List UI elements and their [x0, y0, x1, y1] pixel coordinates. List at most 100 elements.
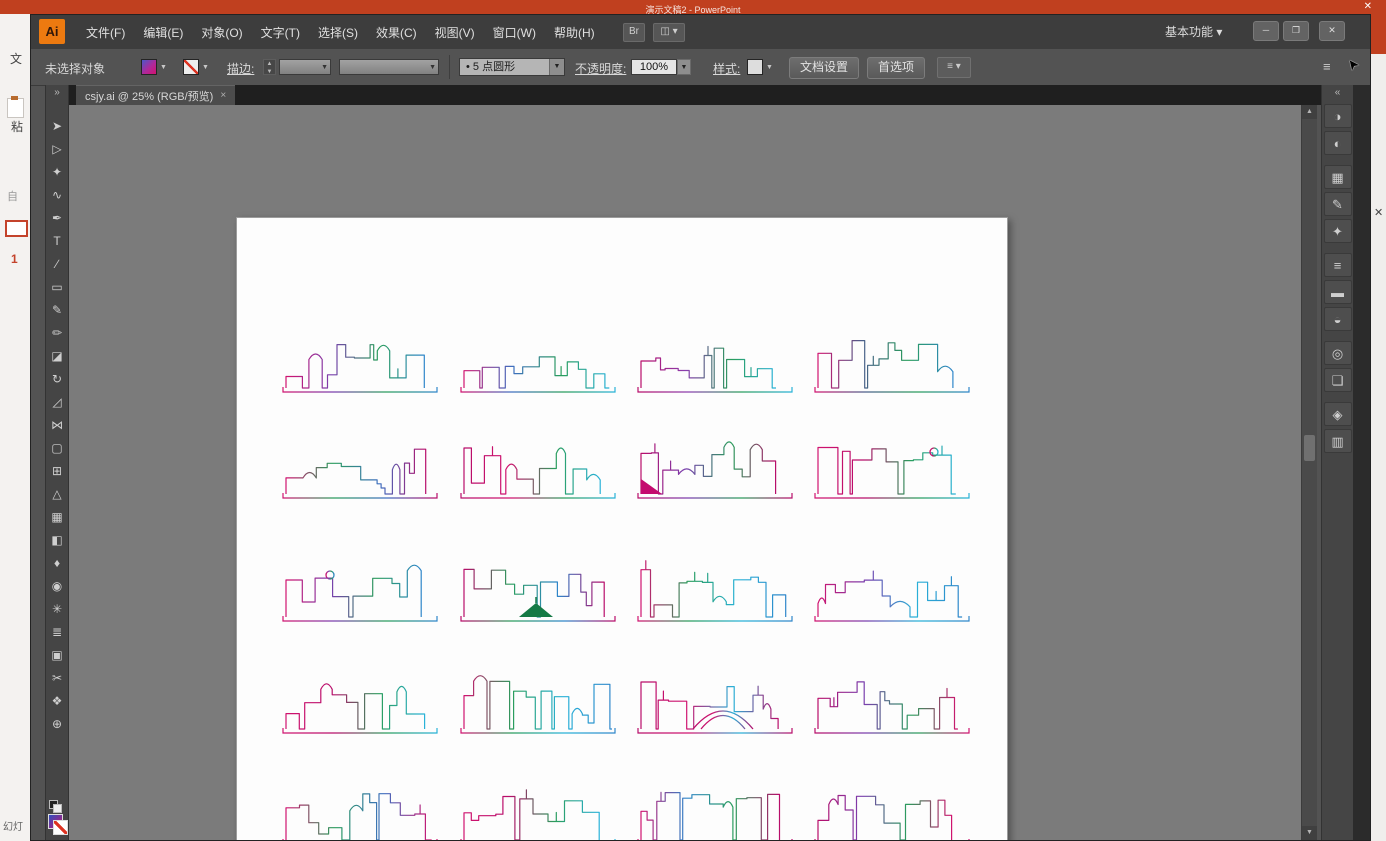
magic-wand-tool-icon[interactable]: ✦ [46, 161, 68, 184]
slide-thumbnail[interactable] [5, 220, 28, 237]
skyline-artwork-8[interactable] [812, 430, 972, 508]
minimize-button[interactable]: ─ [1253, 21, 1279, 41]
skyline-artwork-13[interactable] [280, 665, 440, 743]
menubar-item[interactable]: 窗口(W) [484, 20, 545, 45]
symbols-panel-icon[interactable]: ✦ [1323, 219, 1352, 243]
stroke-weight-label[interactable]: 描边: [227, 60, 254, 77]
canvas-area[interactable] [69, 105, 1301, 840]
stroke-swatch[interactable] [53, 820, 68, 835]
skyline-artwork-3[interactable] [635, 324, 795, 402]
paintbrush-tool-icon[interactable]: ✎ [46, 299, 68, 322]
perspective-grid-tool-icon[interactable]: △ [46, 483, 68, 506]
skyline-artwork-15[interactable] [635, 665, 795, 743]
brush-definition-dropdown[interactable]: • 5 点圆形 ▼ [459, 58, 565, 76]
stroke-color-swatch[interactable] [183, 59, 199, 75]
opacity-label[interactable]: 不透明度: [575, 60, 626, 77]
bridge-icon[interactable]: Br [623, 23, 645, 42]
menubar-item[interactable]: 编辑(E) [134, 20, 192, 45]
opacity-input[interactable]: 100% [631, 59, 677, 75]
skyline-artwork-6[interactable] [458, 430, 618, 508]
stroke-weight-stepper[interactable]: ▲ ▼ [263, 59, 276, 75]
swatches-panel-icon[interactable]: ▦ [1323, 165, 1352, 189]
stroke-dropdown-icon[interactable]: ▼ [202, 64, 209, 71]
menubar-item[interactable]: 对象(O) [192, 20, 251, 45]
preferences-button[interactable]: 首选项 [867, 57, 926, 79]
pen-tool-icon[interactable]: ✒ [46, 207, 68, 230]
skyline-artwork-2[interactable] [458, 324, 618, 402]
layers-panel-icon[interactable]: ◈ [1323, 402, 1352, 426]
fill-color-swatch[interactable] [141, 59, 157, 75]
menubar-item[interactable]: 选择(S) [309, 20, 367, 45]
graphic-styles-panel-icon[interactable]: ❏ [1323, 368, 1352, 392]
symbol-sprayer-tool-icon[interactable]: ✳ [46, 598, 68, 621]
skyline-artwork-16[interactable] [812, 665, 972, 743]
stroke-panel-icon[interactable]: ≡ [1323, 253, 1352, 277]
powerpoint-close-icon[interactable]: ✕ [1364, 1, 1372, 12]
workspace-switcher-button[interactable]: 基本功能 ▾ [1165, 22, 1222, 42]
scrollbar-thumb[interactable] [1304, 435, 1315, 461]
close-button[interactable]: ✕ [1319, 21, 1345, 41]
skyline-artwork-7[interactable] [635, 430, 795, 508]
panels-expand-button[interactable]: « [1322, 85, 1353, 101]
fill-stroke-controls[interactable] [48, 800, 68, 836]
zoom-tool-icon[interactable]: ⊕ [46, 713, 68, 736]
opacity-caret-icon[interactable]: ▼ [677, 59, 691, 75]
paste-icon[interactable] [7, 96, 24, 118]
column-graph-tool-icon[interactable]: ≣ [46, 621, 68, 644]
scroll-up-icon[interactable]: ▲ [1302, 105, 1317, 119]
scroll-down-icon[interactable]: ▼ [1302, 826, 1317, 840]
selection-tool-icon[interactable]: ➤ [46, 115, 68, 138]
lasso-tool-icon[interactable]: ∿ [46, 184, 68, 207]
document-tab-close-icon[interactable]: × [220, 90, 226, 101]
variable-width-profile-dropdown[interactable]: ▼ [339, 59, 439, 75]
slice-tool-icon[interactable]: ✂ [46, 667, 68, 690]
hand-tool-icon[interactable]: ❖ [46, 690, 68, 713]
scale-tool-icon[interactable]: ◿ [46, 391, 68, 414]
blend-tool-icon[interactable]: ◉ [46, 575, 68, 598]
menubar-item[interactable]: 效果(C) [367, 20, 426, 45]
fill-dropdown-icon[interactable]: ▼ [160, 64, 167, 71]
skyline-artwork-5[interactable] [280, 430, 440, 508]
document-tab[interactable]: csjy.ai @ 25% (RGB/预览) × [76, 85, 236, 105]
rotate-tool-icon[interactable]: ↻ [46, 368, 68, 391]
width-tool-icon[interactable]: ⋈ [46, 414, 68, 437]
pane-close-icon[interactable]: ✕ [1374, 206, 1383, 219]
swap-colors-icon[interactable] [53, 804, 62, 813]
align-options-button[interactable]: ≡ ▾ [937, 57, 971, 78]
skyline-artwork-10[interactable] [458, 553, 618, 631]
color-guide-panel-icon[interactable]: ◐ [1323, 131, 1352, 155]
brushes-panel-icon[interactable]: ✎ [1323, 192, 1352, 216]
free-transform-tool-icon[interactable]: ▢ [46, 437, 68, 460]
mesh-tool-icon[interactable]: ▦ [46, 506, 68, 529]
gradient-panel-icon[interactable]: ▬ [1323, 280, 1352, 304]
skyline-artwork-19[interactable] [635, 776, 795, 840]
style-swatch[interactable] [747, 59, 763, 75]
eyedropper-tool-icon[interactable]: ♦ [46, 552, 68, 575]
style-dropdown-icon[interactable]: ▼ [766, 64, 773, 71]
line-segment-tool-icon[interactable]: ∕ [46, 253, 68, 276]
menubar-item[interactable]: 帮助(H) [545, 20, 604, 45]
artboard-tool-icon[interactable]: ▣ [46, 644, 68, 667]
artboard[interactable] [236, 217, 1008, 840]
rectangle-tool-icon[interactable]: ▭ [46, 276, 68, 299]
appearance-panel-icon[interactable]: ◎ [1323, 341, 1352, 365]
skyline-artwork-18[interactable] [458, 776, 618, 840]
control-panel-menu-icon[interactable]: ≡ [1323, 59, 1331, 74]
artboards-panel-icon[interactable]: ▥ [1323, 429, 1352, 453]
brush-caret-icon[interactable]: ▼ [549, 59, 564, 75]
pencil-tool-icon[interactable]: ✏ [46, 322, 68, 345]
menubar-item[interactable]: 视图(V) [426, 20, 484, 45]
eraser-tool-icon[interactable]: ◪ [46, 345, 68, 368]
skyline-artwork-12[interactable] [812, 553, 972, 631]
skyline-artwork-20[interactable] [812, 776, 972, 840]
vertical-scrollbar[interactable]: ▲ ▼ [1301, 105, 1317, 840]
restore-button[interactable]: ❐ [1283, 21, 1309, 41]
tools-panel-collapse-button[interactable]: » [46, 85, 68, 101]
gradient-tool-icon[interactable]: ◧ [46, 529, 68, 552]
skyline-artwork-1[interactable] [280, 324, 440, 402]
style-label[interactable]: 样式: [713, 60, 740, 77]
type-tool-icon[interactable]: T [46, 230, 68, 253]
arrange-documents-icon[interactable]: ◫ ▾ [653, 23, 685, 42]
menubar-item[interactable]: 文字(T) [252, 20, 309, 45]
document-setup-button[interactable]: 文档设置 [789, 57, 860, 79]
